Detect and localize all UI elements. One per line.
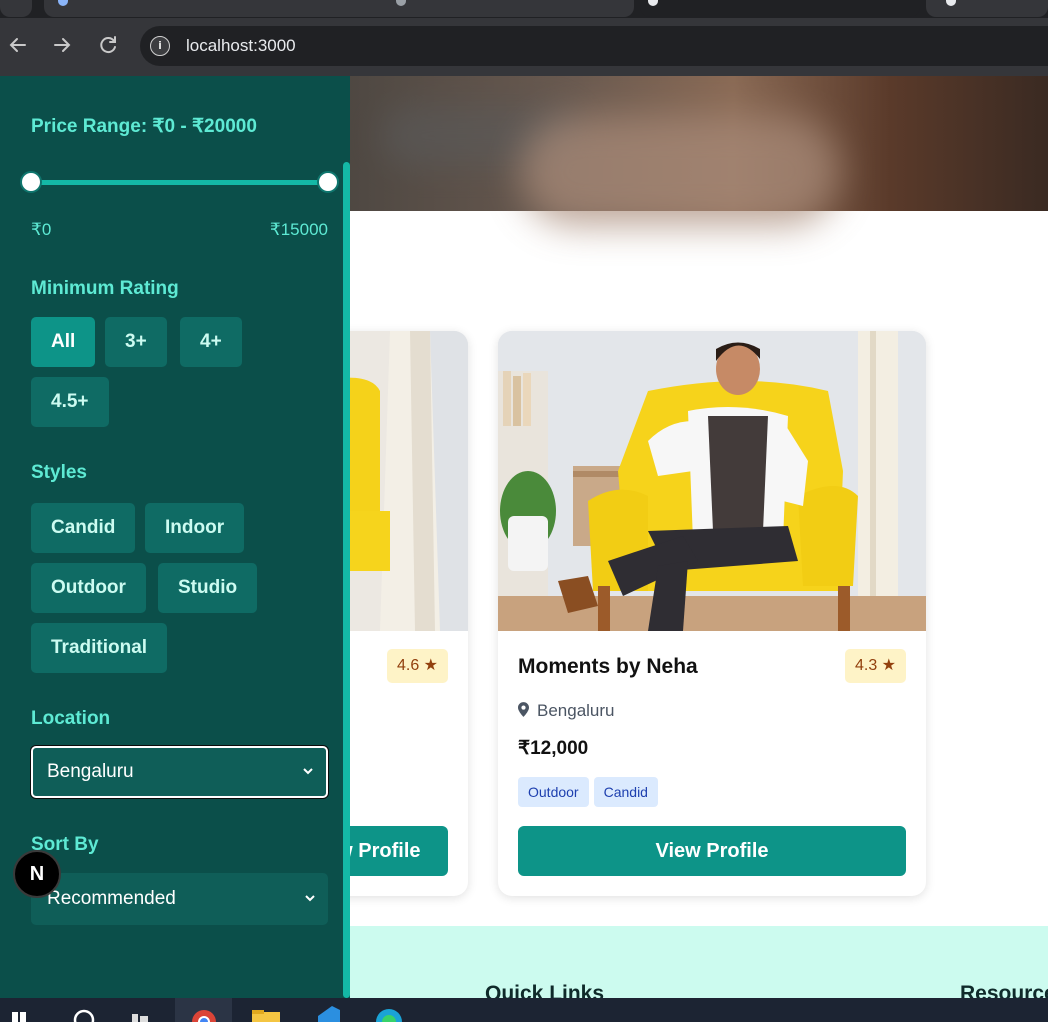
browser-toolbar: i localhost:3000 bbox=[0, 18, 1048, 76]
location-select-value: Bengaluru bbox=[47, 761, 134, 782]
photographer-name[interactable]: Moments by Neha bbox=[518, 655, 698, 679]
map-pin-icon bbox=[518, 702, 529, 717]
footer-heading-resources: Resource bbox=[960, 982, 1048, 998]
browser-tab-strip bbox=[0, 0, 1048, 18]
style-chip-candid[interactable]: Candid bbox=[31, 503, 136, 553]
address-bar[interactable]: i localhost:3000 bbox=[140, 26, 1048, 66]
location-select[interactable]: Bengaluru bbox=[31, 746, 328, 798]
file-explorer-icon[interactable] bbox=[250, 998, 282, 1022]
minimum-rating-label: Minimum Rating bbox=[31, 278, 179, 299]
reload-button[interactable] bbox=[93, 30, 123, 60]
price-min-handle[interactable] bbox=[20, 171, 42, 193]
photographer-location: Bengaluru bbox=[518, 701, 615, 721]
forward-button[interactable] bbox=[47, 30, 77, 60]
taskbar-app-active[interactable] bbox=[175, 998, 232, 1022]
chrome-icon bbox=[192, 1010, 216, 1022]
search-icon[interactable] bbox=[70, 998, 98, 1022]
browser-tab[interactable] bbox=[44, 0, 634, 17]
price-min-label: ₹0 bbox=[31, 220, 52, 239]
style-tag: Candid bbox=[593, 777, 658, 807]
tab-favicon-icon bbox=[648, 0, 658, 6]
os-taskbar bbox=[0, 998, 1048, 1022]
nextjs-dev-badge[interactable]: N bbox=[13, 850, 61, 898]
style-tag: Outdoor bbox=[518, 777, 589, 807]
back-button[interactable] bbox=[3, 30, 33, 60]
arrow-left-icon bbox=[9, 38, 26, 52]
price-max-label: ₹15000 bbox=[269, 220, 328, 239]
windows-start-icon[interactable] bbox=[6, 998, 32, 1022]
price-range-slider[interactable] bbox=[31, 180, 328, 185]
location-text: Bengaluru bbox=[537, 701, 615, 720]
style-tags: Outdoor Candid bbox=[518, 777, 658, 807]
site-info-icon[interactable]: i bbox=[150, 36, 170, 56]
tab-favicon-icon bbox=[396, 0, 406, 6]
reload-icon bbox=[100, 36, 116, 54]
sidebar-scrollbar[interactable] bbox=[343, 162, 350, 998]
view-profile-button[interactable]: View Profile bbox=[518, 826, 906, 876]
rating-chip-all[interactable]: All bbox=[31, 317, 96, 367]
task-view-icon[interactable] bbox=[128, 998, 152, 1022]
style-chip-traditional[interactable]: Traditional bbox=[31, 623, 168, 673]
rating-chip-4-5[interactable]: 4.5+ bbox=[31, 377, 109, 427]
browser-tab[interactable] bbox=[640, 0, 920, 17]
sort-select[interactable]: Recommended bbox=[31, 873, 328, 925]
photographer-price: ₹12,000 bbox=[518, 738, 589, 759]
rating-chip-4[interactable]: 4+ bbox=[180, 317, 242, 367]
chevron-down-icon bbox=[305, 895, 315, 902]
style-chip-studio[interactable]: Studio bbox=[158, 563, 258, 613]
location-label: Location bbox=[31, 708, 111, 729]
photographer-card: Moments by Neha 4.3 ★ Bengaluru ₹12,000 … bbox=[498, 331, 926, 896]
browser-tab[interactable] bbox=[926, 0, 1048, 17]
vscode-icon[interactable] bbox=[312, 998, 344, 1022]
photographer-photo bbox=[498, 331, 926, 631]
style-chip-outdoor[interactable]: Outdoor bbox=[31, 563, 146, 613]
edge-icon[interactable] bbox=[372, 998, 406, 1022]
price-range-label: Price Range: ₹0 - ₹20000 bbox=[31, 116, 257, 137]
url-text[interactable]: localhost:3000 bbox=[186, 36, 296, 56]
styles-label: Styles bbox=[31, 462, 87, 483]
rating-chip-3[interactable]: 3+ bbox=[105, 317, 167, 367]
chevron-down-icon bbox=[303, 768, 313, 775]
footer-heading-quick-links: Quick Links bbox=[485, 982, 605, 998]
rating-badge: 4.6 ★ bbox=[386, 649, 448, 683]
browser-tab[interactable] bbox=[0, 0, 32, 17]
tab-favicon-icon bbox=[58, 0, 68, 6]
style-chip-indoor[interactable]: Indoor bbox=[145, 503, 245, 553]
price-max-handle[interactable] bbox=[317, 171, 339, 193]
tab-favicon-icon bbox=[946, 0, 956, 6]
sort-select-value: Recommended bbox=[47, 888, 176, 909]
arrow-right-icon bbox=[54, 38, 71, 52]
rating-badge: 4.3 ★ bbox=[844, 649, 906, 683]
